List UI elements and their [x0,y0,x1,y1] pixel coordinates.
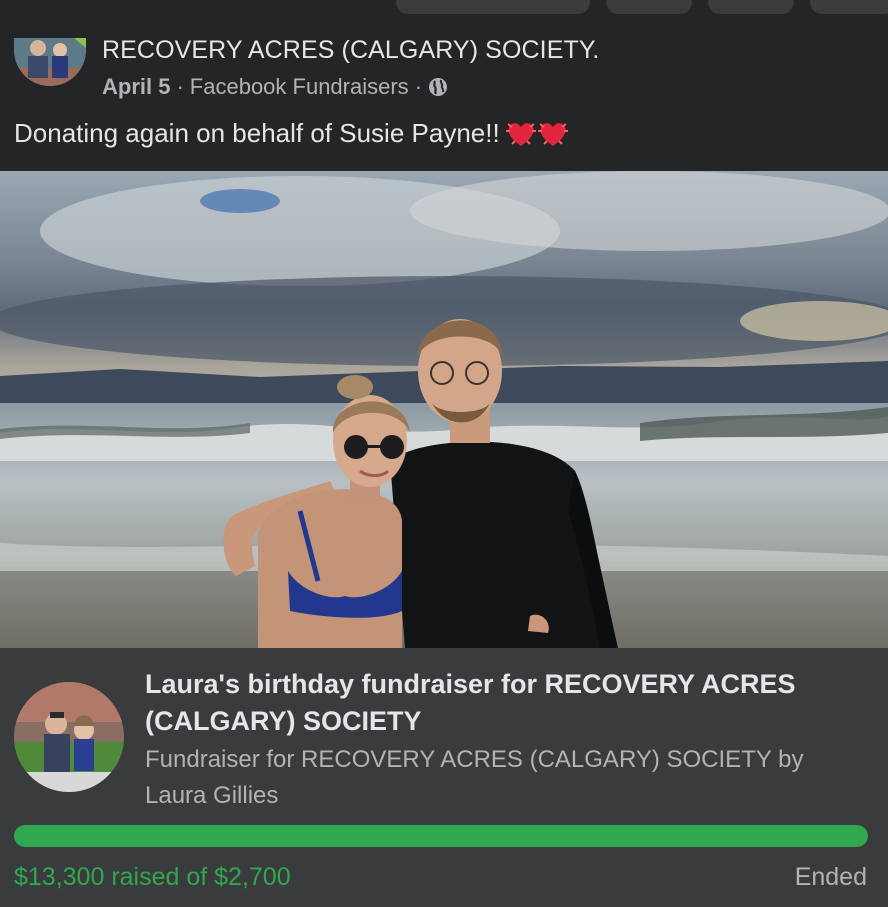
page-avatar[interactable] [14,38,86,86]
fundraiser-subtitle: Fundraiser for RECOVERY ACRES (CALGARY) … [145,746,804,809]
heart-icon [537,122,568,146]
top-action-pill[interactable] [606,0,692,14]
top-action-pill[interactable] [396,0,590,14]
progress-fill [14,825,868,847]
raised-amount: $13,300 raised of $2,700 [14,863,291,891]
meta-separator: · [176,74,184,99]
post-header: RECOVERY ACRES (CALGARY) SOCIETY. April … [0,14,888,174]
top-action-pill[interactable] [708,0,794,14]
post-text: Donating again on behalf of Susie Payne!… [14,118,568,149]
post-meta: April 5 · Facebook Fundraisers · [102,74,448,100]
post-date[interactable]: April 5 [102,74,170,100]
fundraiser-card[interactable]: Laura's birthday fundraiser for RECOVERY… [0,648,888,907]
page-name[interactable]: RECOVERY ACRES (CALGARY) SOCIETY. [102,36,599,65]
post-source[interactable]: Facebook Fundraisers [190,74,409,100]
post-message: Donating again on behalf of Susie Payne!… [14,118,500,148]
top-action-bar [0,0,888,14]
globe-icon [429,78,448,96]
heart-icon [505,122,536,146]
meta-separator: · [414,74,423,99]
fundraiser-avatar[interactable] [14,682,124,792]
fundraiser-photo[interactable] [0,171,888,648]
fundraiser-title[interactable]: Laura's birthday fundraiser for RECOVERY… [145,666,865,740]
fundraiser-status: Ended [794,863,867,891]
top-action-pill[interactable] [810,0,888,14]
fundraiser-progress-bar [14,825,868,847]
